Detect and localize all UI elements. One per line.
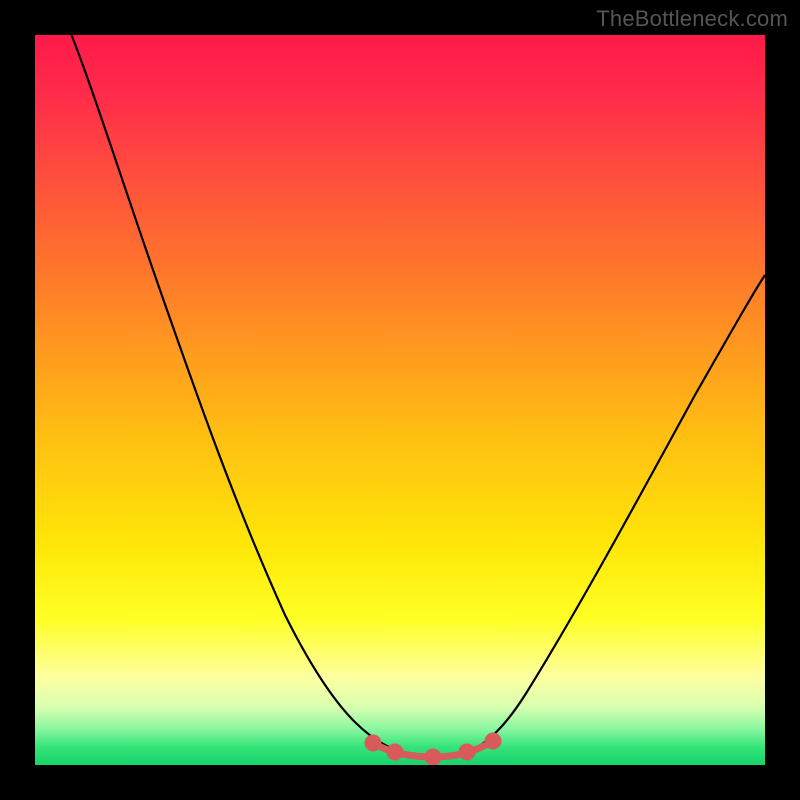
marker-dot bbox=[462, 747, 472, 757]
sweet-spot-marker-group bbox=[368, 736, 498, 762]
chart-frame: TheBottleneck.com bbox=[0, 0, 800, 800]
watermark-text: TheBottleneck.com bbox=[596, 6, 788, 32]
marker-dot bbox=[428, 752, 438, 762]
marker-dot bbox=[368, 738, 378, 748]
plot-area bbox=[35, 35, 765, 765]
bottleneck-curve-svg bbox=[35, 35, 765, 765]
marker-dot bbox=[390, 747, 400, 757]
marker-dot bbox=[488, 736, 498, 746]
bottleneck-curve-path bbox=[72, 35, 766, 757]
